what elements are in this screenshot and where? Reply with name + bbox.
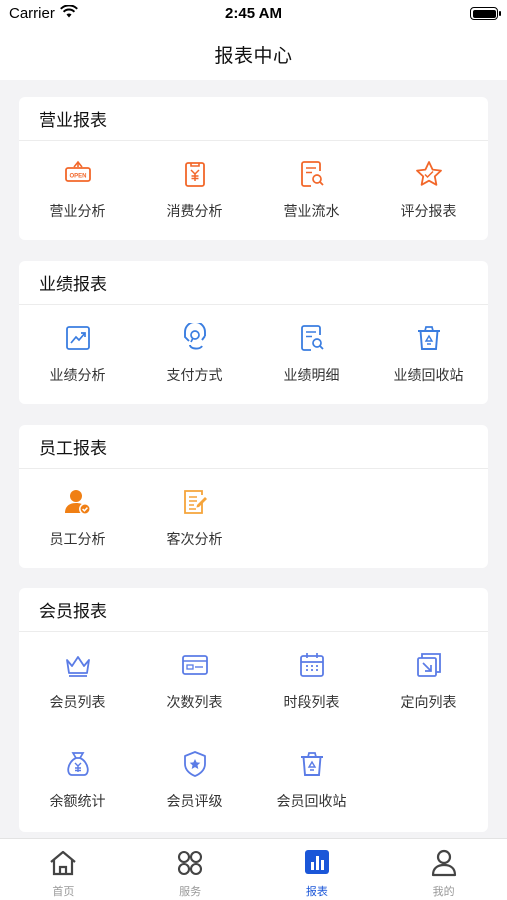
payment-hand-icon (180, 323, 210, 353)
recycle-bin-icon (297, 749, 327, 779)
yen-receipt-icon (180, 159, 210, 189)
grid-icon (175, 849, 205, 881)
business-flow-button[interactable]: 营业流水 (253, 141, 370, 240)
user-icon (429, 849, 459, 881)
item-label: 会员列表 (49, 695, 106, 711)
tab-home[interactable]: 首页 (0, 839, 127, 900)
member-list-button[interactable]: 会员列表 (19, 632, 136, 731)
tab-service[interactable]: 服务 (127, 839, 254, 900)
document-search-icon (297, 159, 327, 189)
section-business-report: 营业报表 OPEN 营业分析 消费分析 营业流水 评分报表 (19, 97, 488, 240)
item-label: 员工分析 (49, 532, 106, 548)
trend-chart-icon (63, 323, 93, 353)
item-label: 业绩分析 (49, 368, 106, 384)
shield-star-icon (180, 749, 210, 779)
tab-report[interactable]: 报表 (254, 839, 381, 900)
person-check-icon (63, 487, 93, 517)
performance-detail-button[interactable]: 业绩明细 (253, 305, 370, 404)
section-title: 员工报表 (19, 425, 488, 469)
directional-list-button[interactable]: 定向列表 (370, 632, 487, 731)
item-label: 评分报表 (400, 204, 457, 220)
calendar-icon (297, 650, 327, 680)
tab-label: 报表 (305, 885, 328, 898)
card-icon (180, 650, 210, 680)
page-title: 报表中心 (214, 44, 293, 67)
member-recycle-bin-button[interactable]: 会员回收站 (253, 731, 370, 830)
notepad-icon (180, 487, 210, 517)
item-label: 营业分析 (49, 204, 106, 220)
member-rating-button[interactable]: 会员评级 (136, 731, 253, 830)
section-title: 业绩报表 (19, 261, 488, 305)
item-label: 时段列表 (283, 695, 340, 711)
tab-label: 我的 (432, 885, 455, 898)
item-label: 消费分析 (166, 204, 223, 220)
section-title: 营业报表 (19, 97, 488, 141)
item-label: 余额统计 (49, 794, 106, 810)
status-time: 2:45 AM (225, 5, 282, 22)
tab-label: 首页 (52, 885, 75, 898)
document-search-icon (297, 323, 327, 353)
item-label: 定向列表 (400, 695, 457, 711)
item-label: 支付方式 (166, 368, 223, 384)
tab-label: 服务 (179, 885, 202, 898)
bar-chart-icon (302, 849, 332, 881)
item-label: 业绩回收站 (393, 368, 464, 384)
home-icon (48, 849, 78, 881)
item-label: 会员评级 (166, 794, 223, 810)
item-label: 营业流水 (283, 204, 340, 220)
count-list-button[interactable]: 次数列表 (136, 632, 253, 731)
performance-recycle-bin-button[interactable]: 业绩回收站 (370, 305, 487, 404)
item-label: 会员回收站 (276, 794, 347, 810)
crown-icon (63, 650, 93, 680)
payment-method-button[interactable]: 支付方式 (136, 305, 253, 404)
tab-mine[interactable]: 我的 (380, 839, 507, 900)
time-slot-list-button[interactable]: 时段列表 (253, 632, 370, 731)
item-label: 客次分析 (166, 532, 223, 548)
balance-statistics-button[interactable]: 余额统计 (19, 731, 136, 830)
section-title: 会员报表 (19, 588, 488, 632)
svg-text:OPEN: OPEN (69, 174, 86, 180)
money-bag-icon (63, 749, 93, 779)
navigation-bar: 报表中心 (0, 28, 507, 80)
customer-visit-analysis-button[interactable]: 客次分析 (136, 469, 253, 568)
battery-icon (470, 7, 501, 20)
performance-analysis-button[interactable]: 业绩分析 (19, 305, 136, 404)
section-member-report: 会员报表 会员列表 次数列表 时段列表 定向列表 余额统计 会员评级 会员回收站 (19, 588, 488, 832)
item-label: 业绩明细 (283, 368, 340, 384)
staff-analysis-button[interactable]: 员工分析 (19, 469, 136, 568)
section-staff-report: 员工报表 员工分析 客次分析 (19, 425, 488, 568)
star-icon (414, 159, 444, 189)
section-performance-report: 业绩报表 业绩分析 支付方式 业绩明细 业绩回收站 (19, 261, 488, 404)
directional-arrow-icon (414, 650, 444, 680)
business-analysis-button[interactable]: OPEN 营业分析 (19, 141, 136, 240)
open-sign-icon: OPEN (63, 159, 93, 189)
consumption-analysis-button[interactable]: 消费分析 (136, 141, 253, 240)
status-bar: Carrier 2:45 AM (0, 0, 507, 28)
bottom-tab-bar: 首页 服务 报表 我的 (0, 838, 507, 900)
rating-report-button[interactable]: 评分报表 (370, 141, 487, 240)
item-label: 次数列表 (166, 695, 223, 711)
recycle-bin-icon (414, 323, 444, 353)
